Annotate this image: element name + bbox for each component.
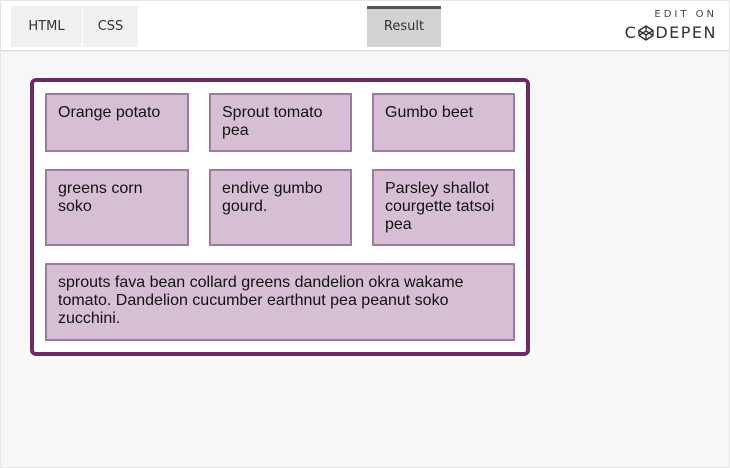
tab-html[interactable]: HTML bbox=[11, 6, 82, 47]
edit-on-codepen-link[interactable]: EDIT ON C DEPEN bbox=[617, 9, 717, 43]
codepen-cube-icon bbox=[638, 24, 655, 41]
grid-container: Orange potato Sprout tomato pea Gumbo be… bbox=[30, 78, 530, 356]
edit-on-label: EDIT ON bbox=[654, 9, 717, 20]
tab-css[interactable]: CSS bbox=[83, 6, 138, 47]
toolbar: HTML CSS Result EDIT ON C DEPEN bbox=[1, 1, 729, 51]
grid-item: Parsley shallot courgette tatsoi pea bbox=[372, 169, 515, 246]
grid-item: Orange potato bbox=[45, 93, 189, 152]
codepen-logo-left: C bbox=[624, 23, 638, 42]
grid-item: Gumbo beet bbox=[372, 93, 515, 152]
grid-item: greens corn soko bbox=[45, 169, 189, 246]
codepen-logo: C DEPEN bbox=[625, 23, 717, 42]
tab-result[interactable]: Result bbox=[367, 6, 441, 47]
codepen-logo-right: DEPEN bbox=[655, 23, 717, 42]
grid-item-wide: sprouts fava bean collard greens dandeli… bbox=[45, 263, 515, 341]
grid-item: Sprout tomato pea bbox=[209, 93, 352, 152]
grid-item: endive gumbo gourd. bbox=[209, 169, 352, 246]
